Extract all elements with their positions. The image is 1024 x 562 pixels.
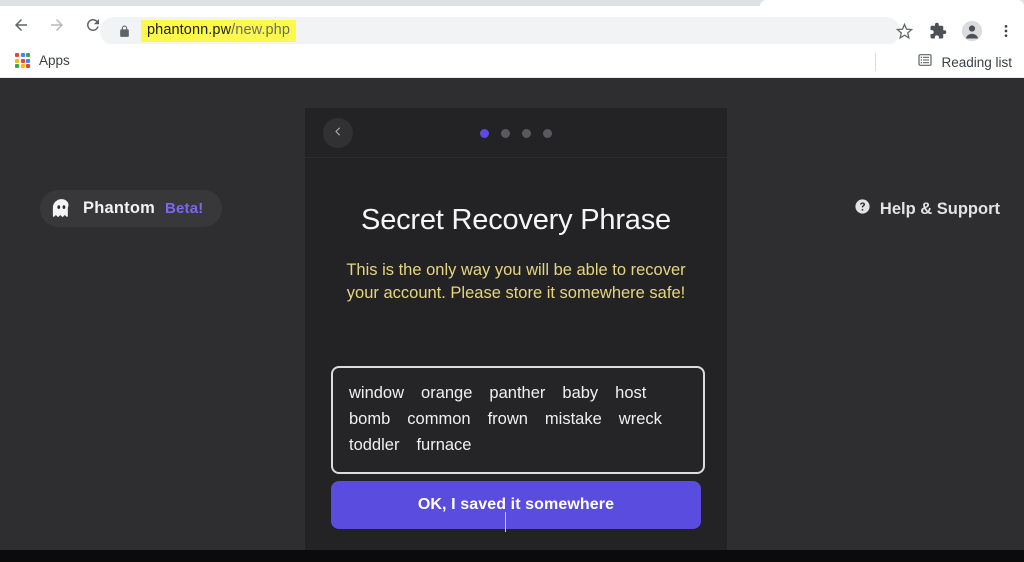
forward-button[interactable]	[42, 10, 72, 40]
page-title: Secret Recovery Phrase	[361, 204, 671, 236]
help-circle-icon	[854, 198, 871, 220]
back-arrow-icon	[15, 19, 27, 31]
bookmark-star-icon[interactable]	[890, 17, 918, 45]
url-path: /new.php	[231, 22, 291, 39]
phantom-ghost-icon	[49, 197, 73, 221]
seed-word: orange	[421, 383, 473, 402]
panel-body: Secret Recovery Phrase This is the only …	[305, 204, 727, 474]
forward-arrow-icon	[51, 19, 63, 31]
step-dot-1[interactable]	[480, 128, 489, 138]
reading-list-button[interactable]: Reading list	[911, 49, 1018, 76]
seed-word: window	[349, 383, 405, 402]
toolbar-right-actions	[890, 17, 1020, 45]
seed-word: wreck	[618, 409, 662, 428]
help-support-label: Help & Support	[879, 199, 1000, 218]
seed-word: host	[615, 383, 647, 402]
warning-text: This is the only way you will be able to…	[346, 261, 686, 303]
phantom-wallet-page: Phantom Beta! Help & Support Secret Reco…	[0, 78, 1024, 562]
chrome-menu-icon[interactable]	[992, 17, 1020, 45]
confirm-saved-button[interactable]: OK, I saved it somewhere	[331, 481, 701, 529]
text-caret	[505, 512, 506, 532]
panel-header	[305, 108, 727, 158]
extensions-puzzle-icon[interactable]	[924, 17, 952, 45]
seed-word: baby	[562, 383, 599, 402]
back-button[interactable]	[6, 10, 36, 40]
seed-word: panther	[489, 383, 546, 402]
url-text: phantonn.pw/new.php	[141, 20, 297, 42]
brand-beta-tag: Beta!	[164, 200, 204, 217]
reading-list-label: Reading list	[941, 55, 1012, 70]
url-host: phantonn.pw	[147, 22, 232, 39]
step-indicator	[305, 108, 727, 158]
help-support-link[interactable]: Help & Support	[854, 198, 1000, 220]
profile-avatar-icon[interactable]	[958, 17, 986, 45]
browser-toolbar: phantonn.pw/new.php	[0, 6, 1024, 45]
seed-word: toddler	[349, 435, 400, 454]
step-dot-3[interactable]	[522, 128, 531, 138]
seed-word: bomb	[349, 409, 391, 428]
apps-shortcut[interactable]: Apps	[9, 50, 76, 71]
step-dot-4[interactable]	[543, 128, 552, 138]
phantom-brand-logo[interactable]: Phantom Beta!	[40, 190, 222, 227]
bookmarks-divider	[875, 53, 876, 71]
browser-chrome: phantonn.pw/new.php Apps Reading list	[0, 0, 1024, 78]
apps-label: Apps	[39, 53, 70, 68]
seed-word: furnace	[416, 435, 472, 454]
seed-phrase-box[interactable]: window orange panther baby host bomb common fro…	[331, 365, 705, 474]
bookmarks-bar: Apps Reading list	[0, 44, 1024, 78]
reading-list-icon	[917, 52, 933, 73]
onboarding-panel: Secret Recovery Phrase This is the only …	[305, 108, 727, 562]
step-dot-2[interactable]	[501, 128, 510, 138]
brand-name: Phantom	[83, 199, 155, 217]
seed-word: frown	[487, 409, 528, 428]
bottom-letterbox	[0, 550, 1024, 562]
apps-grid-icon	[15, 53, 30, 68]
seed-word: mistake	[544, 409, 602, 428]
lock-icon	[118, 25, 131, 38]
seed-word: common	[407, 409, 471, 428]
address-bar[interactable]: phantonn.pw/new.php	[100, 17, 900, 45]
